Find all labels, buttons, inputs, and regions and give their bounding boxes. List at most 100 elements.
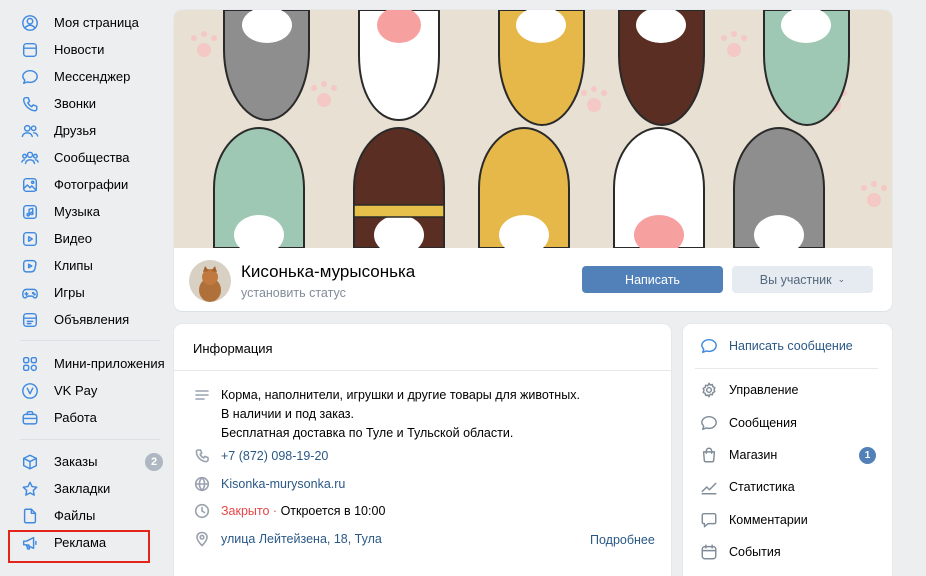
hours-opens-text: Откроется в 10:00 [280, 504, 386, 518]
orders-count-badge: 2 [145, 453, 163, 471]
sidebar-item-label: Друзья [54, 123, 97, 138]
menu-item-manage[interactable]: Управление [699, 379, 799, 401]
group-header-card: Кисонька-мурысонька установить статус На… [174, 10, 892, 311]
sidebar-item-music[interactable]: Музыка [20, 198, 100, 225]
menu-label: Статистика [729, 480, 795, 494]
sidebar-item-video[interactable]: Видео [20, 225, 92, 252]
phone-icon [20, 94, 40, 114]
menu-label: Комментарии [729, 513, 808, 527]
sidebar-item-communities[interactable]: Сообщества [20, 144, 130, 171]
vkpay-icon [20, 381, 40, 401]
menu-label: Сообщения [729, 416, 797, 430]
message-icon [699, 336, 719, 356]
sidebar-item-label: Игры [54, 285, 85, 300]
group-actions-menu: Написать сообщение Управление Сообщения … [683, 324, 892, 576]
sidebar-item-calls[interactable]: Звонки [20, 90, 96, 117]
write-message-button[interactable]: Написать [582, 266, 723, 293]
location-pin-icon [193, 530, 211, 548]
music-icon [20, 202, 40, 222]
chart-icon [699, 477, 719, 497]
clips-icon [20, 256, 40, 276]
briefcase-icon [20, 408, 40, 428]
sidebar-item-vkpay[interactable]: VK Pay [20, 377, 97, 404]
sidebar-divider [20, 340, 160, 341]
events-icon [699, 542, 719, 562]
more-info-link[interactable]: Подробнее [590, 533, 655, 547]
menu-item-messages[interactable]: Сообщения [699, 412, 797, 434]
sidebar-item-games[interactable]: Игры [20, 279, 85, 306]
menu-item-statistics[interactable]: Статистика [699, 476, 795, 498]
sidebar-item-friends[interactable]: Друзья [20, 117, 96, 144]
sidebar-item-label: Сообщества [54, 150, 130, 165]
sidebar-item-news[interactable]: Новости [20, 36, 104, 63]
sidebar-item-label: Мини-приложения [54, 356, 165, 371]
left-sidebar: Моя страница Новости Мессенджер Звонки Д… [0, 0, 170, 576]
website-link[interactable]: Kisonka-murysonka.ru [221, 475, 345, 494]
sidebar-item-work[interactable]: Работа [20, 404, 97, 431]
sidebar-item-my-page[interactable]: Моя страница [20, 9, 139, 36]
menu-label: События [729, 545, 781, 559]
group-name: Кисонька-мурысонька [241, 262, 416, 281]
hours-closed-status: Закрыто [221, 504, 270, 518]
clock-icon [193, 502, 211, 520]
menu-write-message[interactable]: Написать сообщение [699, 335, 853, 357]
info-hours-row: Закрыто · Откроется в 10:00 [193, 502, 385, 521]
gear-icon [699, 380, 719, 400]
sidebar-item-bookmarks[interactable]: Закладки [20, 475, 110, 502]
sidebar-item-label: Заказы [54, 454, 98, 469]
sidebar-item-orders[interactable]: Заказы [20, 448, 97, 475]
news-icon [20, 40, 40, 60]
user-circle-icon [20, 13, 40, 33]
description-line: Бесплатная доставка по Туле и Тульской о… [221, 426, 514, 440]
text-lines-icon [193, 386, 211, 404]
shopping-bag-icon [699, 445, 719, 465]
sidebar-item-files[interactable]: Файлы [20, 502, 95, 529]
sidebar-item-messenger[interactable]: Мессенджер [20, 63, 130, 90]
gamepad-icon [20, 283, 40, 303]
video-icon [20, 229, 40, 249]
communities-icon [20, 148, 40, 168]
sidebar-item-clips[interactable]: Клипы [20, 252, 93, 279]
group-avatar[interactable] [189, 260, 231, 302]
sidebar-item-label: VK Pay [54, 383, 98, 398]
highlight-frame [8, 530, 150, 563]
star-icon [20, 479, 40, 499]
apps-icon [20, 354, 40, 374]
sidebar-item-label: Моя страница [54, 15, 139, 30]
sidebar-item-label: Работа [54, 410, 97, 425]
phone-icon [193, 447, 211, 465]
address-link[interactable]: улица Лейтейзена, 18, Тула [221, 530, 382, 549]
description-line: В наличии и под заказ. [221, 407, 355, 421]
sidebar-item-label: Объявления [54, 312, 130, 327]
photo-icon [20, 175, 40, 195]
info-description-row: Корма, наполнители, игрушки и другие тов… [193, 386, 580, 443]
sidebar-divider [20, 439, 160, 440]
membership-button[interactable]: Вы участник ⌄ [732, 266, 873, 293]
info-title: Информация [193, 341, 273, 356]
menu-label: Управление [729, 383, 799, 397]
phone-link[interactable]: +7 (872) 098-19-20 [221, 447, 328, 466]
set-status-link[interactable]: установить статус [241, 286, 346, 300]
box-icon [20, 452, 40, 472]
description-line: Корма, наполнители, игрушки и другие тов… [221, 388, 580, 402]
sidebar-item-label: Файлы [54, 508, 96, 523]
sidebar-item-photos[interactable]: Фотографии [20, 171, 128, 198]
ads-board-icon [20, 310, 40, 330]
sidebar-item-label: Новости [54, 42, 105, 57]
sidebar-item-mini-apps[interactable]: Мини-приложения [20, 350, 165, 377]
sidebar-item-classifieds[interactable]: Объявления [20, 306, 129, 333]
menu-item-shop[interactable]: Магазин [699, 444, 777, 466]
menu-item-events[interactable]: События [699, 541, 781, 563]
message-icon [20, 67, 40, 87]
info-card: Информация Корма, наполнители, игрушки и… [174, 324, 671, 576]
menu-label: Магазин [729, 448, 778, 462]
globe-icon [193, 475, 211, 493]
hours-separator: · [269, 504, 281, 518]
menu-divider [695, 368, 878, 369]
sidebar-item-label: Видео [54, 231, 92, 246]
sidebar-item-label: Мессенджер [54, 69, 131, 84]
menu-item-comments[interactable]: Комментарии [699, 509, 808, 531]
membership-button-label: Вы участник [759, 272, 832, 287]
comment-icon [699, 510, 719, 530]
menu-label: Написать сообщение [729, 339, 853, 353]
